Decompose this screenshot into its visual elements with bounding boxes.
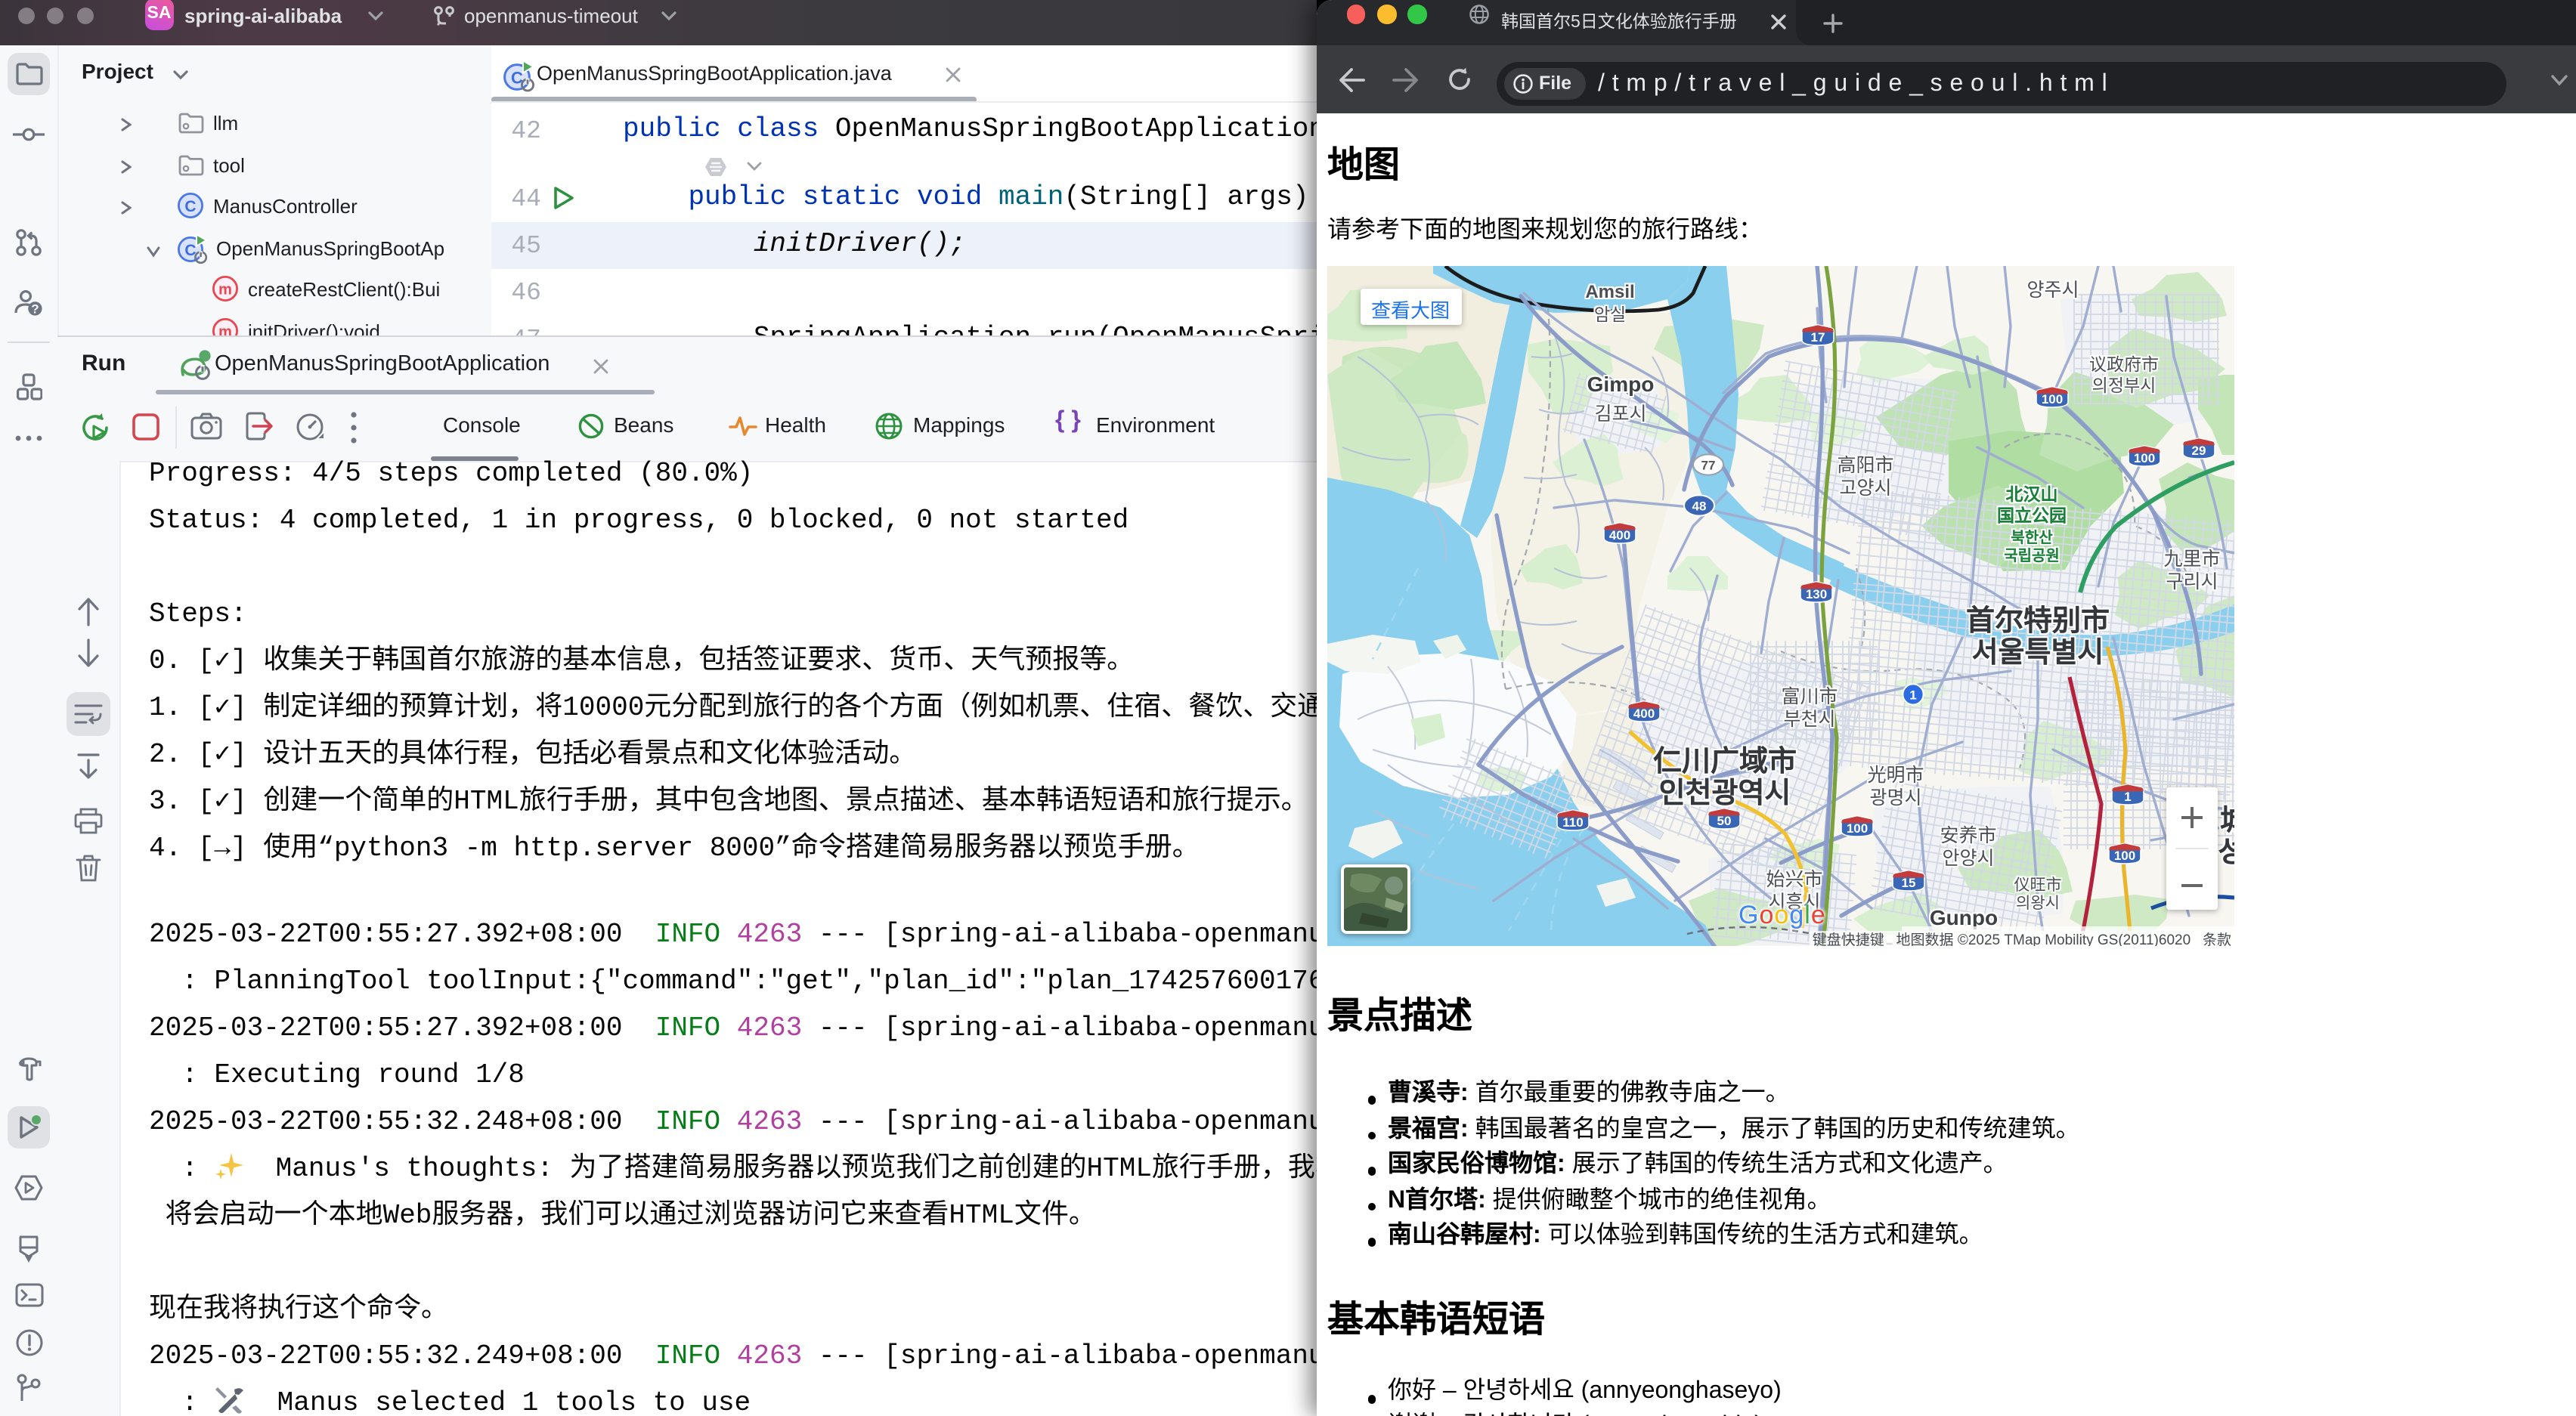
svg-text:29: 29 bbox=[2191, 444, 2206, 458]
svg-text:400: 400 bbox=[1608, 528, 1630, 543]
svg-text:48: 48 bbox=[1692, 499, 1707, 514]
svg-text:17: 17 bbox=[1810, 330, 1825, 345]
svg-text:50: 50 bbox=[1717, 814, 1731, 828]
svg-text:77: 77 bbox=[1701, 459, 1716, 473]
svg-text:130: 130 bbox=[1805, 587, 1826, 601]
svg-text:?: ? bbox=[31, 301, 39, 316]
svg-text:15: 15 bbox=[1901, 876, 1915, 890]
svg-text:C: C bbox=[184, 198, 196, 215]
svg-text:100: 100 bbox=[2041, 392, 2062, 407]
svg-text:100: 100 bbox=[2113, 849, 2135, 863]
svg-text:400: 400 bbox=[1633, 706, 1654, 721]
svg-text:110: 110 bbox=[1562, 815, 1582, 830]
svg-text:m: m bbox=[218, 282, 232, 298]
svg-text:100: 100 bbox=[1846, 821, 1867, 836]
svg-text:100: 100 bbox=[2133, 451, 2154, 465]
svg-text:1: 1 bbox=[2123, 790, 2130, 804]
svg-text:1: 1 bbox=[1909, 688, 1915, 703]
